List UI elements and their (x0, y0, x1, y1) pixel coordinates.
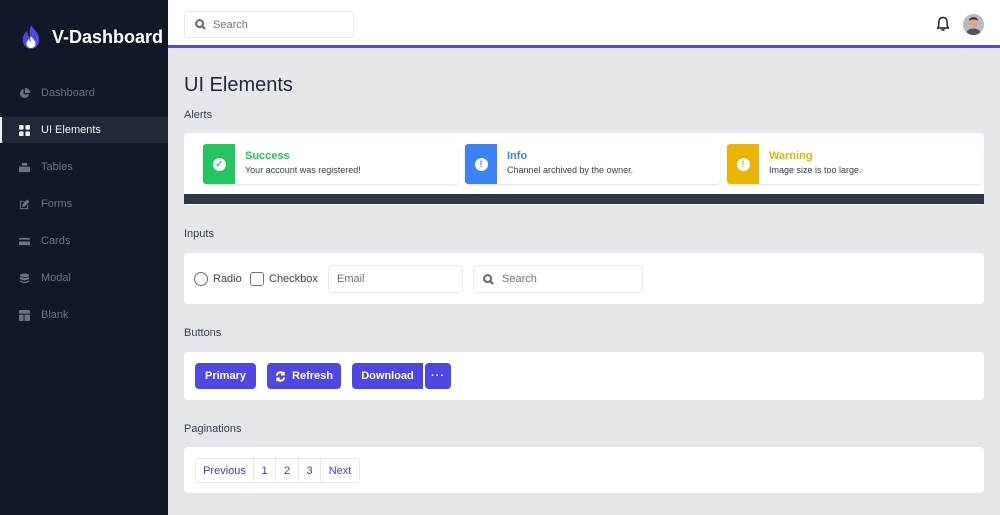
sidebar-item-label: Modal (41, 272, 71, 284)
sidebar-item-tables[interactable]: Tables (0, 154, 168, 180)
info-circle-icon: ! (474, 157, 488, 171)
alerts-divider-bar (184, 194, 984, 204)
avatar[interactable] (963, 14, 984, 35)
layout-icon (19, 309, 30, 321)
sidebar-item-label: Dashboard (41, 87, 95, 99)
sidebar-item-label: Forms (41, 198, 73, 210)
pagination-page-2[interactable]: 2 (276, 459, 299, 482)
brand-title: V-Dashboard (52, 26, 164, 47)
grid-icon (19, 124, 30, 136)
section-label-paginations: Paginations (184, 423, 242, 435)
pagination-card: Previous 1 2 3 Next (184, 447, 984, 493)
section-label-inputs: Inputs (184, 228, 214, 240)
primary-button[interactable]: Primary (195, 363, 256, 389)
top-header (168, 0, 1000, 48)
alert-title: Success (245, 150, 290, 162)
header-search[interactable] (184, 11, 354, 38)
warning-circle-icon: ! (736, 157, 750, 171)
radio-label: Radio (213, 273, 242, 285)
search-icon (483, 273, 494, 285)
inputs-card: Radio Checkbox (184, 253, 984, 304)
search-icon (195, 19, 206, 30)
refresh-button-label: Refresh (292, 370, 333, 382)
sidebar-item-blank[interactable]: Blank (0, 302, 168, 328)
refresh-icon (275, 370, 286, 382)
sidebar-item-forms[interactable]: Forms (0, 191, 168, 217)
content-search-input[interactable] (502, 273, 632, 285)
check-circle-icon: ✓ (212, 157, 226, 171)
refresh-button[interactable]: Refresh (267, 363, 341, 389)
flame-logo-icon (22, 25, 40, 49)
user-avatar-icon (963, 14, 984, 35)
sidebar-item-cards[interactable]: Cards (0, 228, 168, 254)
alert-text: Image size is too large. (769, 165, 862, 175)
alert-success: ✓ Success Your account was registered! (203, 144, 458, 184)
sidebar-item-label: Tables (41, 161, 73, 173)
alert-text: Your account was registered! (245, 165, 361, 175)
alert-warning: ! Warning Image size is too large. (727, 144, 982, 184)
pagination-page-1[interactable]: 1 (254, 459, 276, 482)
section-label-alerts: Alerts (184, 109, 213, 121)
database-icon (19, 272, 30, 283)
sidebar-nav: Dashboard UI Elements Tables Forms Cards… (0, 80, 168, 339)
alert-info: ! Info Channel archived by the owner. (465, 144, 720, 184)
checkbox[interactable] (250, 272, 264, 286)
pagination-next[interactable]: Next (321, 459, 359, 482)
sidebar-item-label: Cards (41, 235, 71, 247)
content-search[interactable] (473, 265, 643, 293)
section-label-buttons: Buttons (184, 327, 222, 339)
pagination-page-3[interactable]: 3 (299, 459, 321, 482)
download-button[interactable]: Download (352, 363, 423, 389)
checkbox-option[interactable]: Checkbox (250, 272, 318, 286)
header-search-input[interactable] (213, 18, 343, 31)
alert-title: Info (507, 150, 528, 162)
sidebar-item-label: UI Elements (41, 124, 101, 136)
sidebar: V-Dashboard Dashboard UI Elements Tables… (0, 0, 168, 515)
alert-title: Warning (769, 150, 813, 162)
pie-chart-icon (20, 87, 30, 98)
more-options-button[interactable]: ··· (425, 363, 451, 389)
radio-button[interactable] (194, 272, 208, 286)
pagination: Previous 1 2 3 Next (195, 458, 360, 483)
table-icon (19, 162, 30, 172)
page-title: UI Elements (184, 74, 293, 96)
brand[interactable]: V-Dashboard (20, 24, 163, 50)
edit-icon (19, 198, 30, 209)
sidebar-item-modal[interactable]: Modal (0, 265, 168, 291)
radio-option[interactable]: Radio (194, 272, 242, 286)
bell-icon[interactable] (936, 16, 950, 32)
pagination-previous[interactable]: Previous (196, 459, 254, 482)
alert-text: Channel archived by the owner. (507, 165, 634, 175)
email-field[interactable] (328, 265, 463, 293)
buttons-card: Primary Refresh Download ··· (184, 352, 984, 400)
checkbox-label: Checkbox (269, 273, 318, 285)
credit-card-icon (19, 237, 30, 245)
sidebar-item-ui-elements[interactable]: UI Elements (0, 117, 168, 143)
alerts-card: ✓ Success Your account was registered! !… (184, 133, 984, 205)
sidebar-item-label: Blank (41, 309, 69, 321)
sidebar-item-dashboard[interactable]: Dashboard (0, 80, 168, 106)
